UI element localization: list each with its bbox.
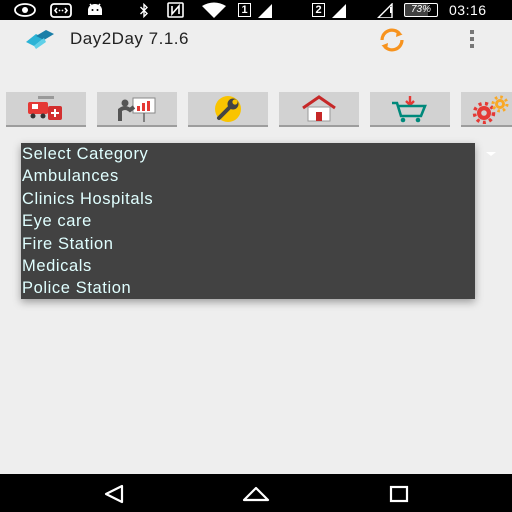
sim1-badge: 1 bbox=[238, 3, 251, 17]
status-bar: 1 2 73% 03:16 bbox=[0, 0, 512, 20]
home-nav-icon[interactable] bbox=[240, 481, 272, 507]
emergency-button[interactable] bbox=[6, 92, 86, 127]
wrench-icon bbox=[215, 95, 241, 122]
presentation-button[interactable] bbox=[97, 92, 177, 127]
cast-icon bbox=[50, 2, 72, 18]
overflow-menu-icon[interactable] bbox=[464, 28, 480, 50]
dropdown-option-select-category[interactable]: Select Category bbox=[21, 143, 475, 165]
bluetooth-icon bbox=[138, 2, 150, 18]
dropdown-option-medicals[interactable]: Medicals bbox=[21, 255, 475, 277]
system-nav-bar bbox=[0, 474, 512, 512]
sync-button[interactable] bbox=[373, 26, 411, 54]
battery-indicator: 73% bbox=[404, 3, 438, 17]
presentation-icon bbox=[118, 97, 156, 122]
dropdown-option-eye-care[interactable]: Eye care bbox=[21, 210, 475, 232]
back-icon[interactable] bbox=[98, 481, 130, 507]
signal-icon-3 bbox=[376, 2, 394, 18]
dropdown-option-police-station[interactable]: Police Station bbox=[21, 277, 475, 299]
nfc-icon bbox=[166, 2, 184, 18]
app-logo-icon bbox=[24, 28, 56, 50]
emergency-icon bbox=[28, 95, 62, 120]
signal-icon-2 bbox=[330, 2, 348, 18]
eye-icon bbox=[14, 2, 36, 18]
home-button[interactable] bbox=[279, 92, 359, 127]
sync-icon bbox=[380, 28, 404, 52]
wifi-icon bbox=[200, 2, 228, 18]
shopping-cart-icon bbox=[392, 95, 427, 122]
category-dropdown-list: Select Category Ambulances Clinics Hospi… bbox=[21, 143, 475, 299]
status-clock: 03:16 bbox=[449, 2, 487, 18]
category-toolbar bbox=[0, 92, 512, 128]
spinner-arrow-icon[interactable] bbox=[486, 152, 496, 156]
app-bar: Day2Day 7.1.6 bbox=[0, 20, 512, 58]
app-title: Day2Day 7.1.6 bbox=[70, 29, 189, 48]
services-button[interactable] bbox=[188, 92, 268, 127]
android-debug-icon bbox=[86, 2, 104, 18]
recents-icon[interactable] bbox=[383, 481, 415, 507]
dropdown-option-fire-station[interactable]: Fire Station bbox=[21, 233, 475, 255]
shopping-button[interactable] bbox=[370, 92, 450, 127]
dropdown-option-clinics-hospitals[interactable]: Clinics Hospitals bbox=[21, 188, 475, 210]
home-icon bbox=[302, 94, 336, 121]
signal-icon bbox=[256, 2, 274, 18]
settings-gears-icon bbox=[472, 95, 509, 124]
settings-button[interactable] bbox=[461, 92, 512, 127]
dropdown-option-ambulances[interactable]: Ambulances bbox=[21, 165, 475, 187]
sim2-badge: 2 bbox=[312, 3, 325, 17]
